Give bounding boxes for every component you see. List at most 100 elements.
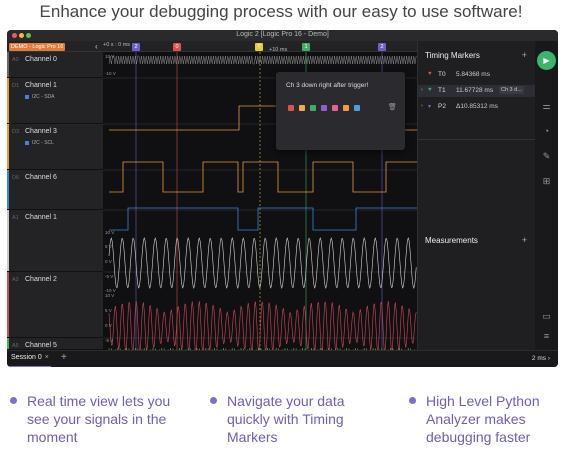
marker-color-swatch[interactable] <box>343 105 349 111</box>
channel-name[interactable]: Channel 6 <box>25 174 57 181</box>
extensions-icon[interactable]: ⊞ <box>535 176 558 187</box>
analyzer-tag[interactable]: I2C - SDA <box>25 94 55 100</box>
analyzer-tag[interactable]: I2C - SCL <box>25 140 54 146</box>
marker-color-swatch[interactable] <box>354 105 360 111</box>
channel-name[interactable]: Channel 2 <box>25 276 57 283</box>
channel-a2-trace <box>108 301 417 350</box>
channel-id: A2 <box>12 277 19 283</box>
channel-3-trace <box>109 161 417 193</box>
session-bar: Session 0 × + 2 ms › <box>7 350 558 367</box>
trash-icon[interactable]: 🗑 <box>388 103 397 111</box>
channel-color-bar <box>7 170 9 209</box>
channel-name[interactable]: Channel 1 <box>25 82 57 89</box>
channel-row[interactable]: A2 Channel 2 <box>7 272 103 338</box>
marker-color-swatch[interactable] <box>299 105 305 111</box>
channel-name[interactable]: Channel 0 <box>25 56 57 63</box>
marker-color-swatch[interactable] <box>321 105 327 111</box>
channel-id: A1 <box>12 215 19 221</box>
marker-label: P2 <box>438 103 446 110</box>
feature-text: High Level Python Analyzer makes debuggi… <box>426 393 540 445</box>
marker-value: 11.67728 ms <box>456 87 494 94</box>
bullet-icon <box>10 397 17 404</box>
marker-color-swatch[interactable] <box>288 105 294 111</box>
close-icon[interactable]: × <box>45 354 49 361</box>
window-title: Logic 2 [Logic Pro 16 - Demo] <box>236 31 329 38</box>
marker-note[interactable]: Ch 3 d... <box>499 86 524 94</box>
channel-row[interactable]: A5 Channel 5 <box>7 338 103 350</box>
right-rail: ▶ ⚌ ◔ ✎ ⊞ ▭ ≡ <box>535 41 558 350</box>
axis-label: 5 V <box>105 244 112 249</box>
axis-label: -10 V <box>105 71 116 76</box>
session-tab[interactable]: Session 0 × <box>11 354 49 361</box>
axis-label: -5 V <box>105 274 113 279</box>
plus-icon[interactable]: + <box>522 235 527 245</box>
channel-row[interactable]: D3 Channel 3 I2C - SCL <box>7 124 103 170</box>
channel-name[interactable]: Channel 5 <box>25 342 57 349</box>
marker-flag[interactable]: 2 <box>132 43 140 51</box>
channel-color-bar <box>7 338 9 349</box>
marker-value: Δ10.85312 ms <box>456 103 498 110</box>
marker-label: T0 <box>438 71 446 78</box>
chat-icon[interactable]: ▭ <box>535 311 558 322</box>
divider <box>418 139 536 140</box>
marker-label: T1 <box>438 87 446 94</box>
marker-color-swatch[interactable] <box>332 105 338 111</box>
axis-label: -5 V <box>105 338 113 343</box>
chevron-right-icon[interactable]: › <box>421 87 423 93</box>
channel-color-bar <box>7 272 9 337</box>
zoom-level[interactable]: 2 ms › <box>532 355 550 362</box>
analyzer-color-icon <box>25 140 29 145</box>
device-badge[interactable]: DEMO - Logic Pro 16 <box>9 43 66 51</box>
channel-row[interactable]: A0 Channel 0 <box>7 52 103 78</box>
page: Enhance your debugging process with our … <box>0 0 562 450</box>
chevron-right-icon[interactable]: › <box>421 103 423 109</box>
channel-name[interactable]: Channel 1 <box>25 214 57 221</box>
channel-color-bar <box>7 78 9 123</box>
channel-row[interactable]: A1 Channel 1 <box>7 210 103 272</box>
timing-marker-row[interactable]: › ♥ T1 11.67728 ms Ch 3 d... <box>418 85 536 97</box>
axis-label: 10 V <box>105 230 114 235</box>
sliders-icon[interactable]: ⚌ <box>535 101 558 112</box>
timing-marker-row[interactable]: › ▾ P2 Δ10.85312 ms <box>418 101 536 113</box>
bullet-icon <box>210 397 217 404</box>
channel-id: D3 <box>12 129 20 135</box>
channel-6-trace <box>109 207 417 231</box>
timing-markers-title: Timing Markers <box>425 51 480 60</box>
session-tab-indicator <box>9 366 51 367</box>
play-icon[interactable]: ▶ <box>537 51 556 70</box>
timing-marker-row[interactable]: ♥ T0 5.84368 ms <box>418 69 536 81</box>
headline: Enhance your debugging process with our … <box>39 2 523 21</box>
marker-note-text[interactable]: Ch 3 down right after trigger! <box>286 82 368 89</box>
channel-id: A0 <box>12 57 19 63</box>
channel-name[interactable]: Channel 3 <box>25 128 57 135</box>
menu-icon[interactable]: ≡ <box>535 331 558 341</box>
channel-row[interactable]: D1 Channel 1 I2C - SDA <box>7 78 103 124</box>
marker-flag[interactable]: 2 <box>378 43 386 51</box>
marker-icon: ▾ <box>428 104 432 110</box>
channel-a1-trace <box>108 237 417 289</box>
channel-row[interactable]: D6 Channel 6 <box>7 170 103 210</box>
ruler-icon[interactable]: ✎ <box>535 151 558 162</box>
analyzer-label: I2C - SDA <box>32 94 55 100</box>
axis-label: 5 V <box>105 308 112 313</box>
marker-icon: ♥ <box>428 71 432 77</box>
marker-flag[interactable]: 1 <box>302 43 310 51</box>
marker-value: 5.84368 ms <box>456 71 490 78</box>
measurements-title: Measurements <box>425 236 478 245</box>
feature-text: Real time view lets you see your signals… <box>27 393 171 445</box>
channel-color-bar <box>7 124 9 169</box>
marker-flag[interactable]: 0 <box>173 43 181 51</box>
plus-icon[interactable]: + <box>522 50 527 60</box>
axis-label: 10 V <box>105 293 114 298</box>
side-panel: Timing Markers + ♥ T0 5.84368 ms › ♥ T1 11.677… <box>417 41 536 350</box>
marker-color-swatch[interactable] <box>310 105 316 111</box>
trigger-flag[interactable]: T <box>255 43 263 51</box>
session-tab-label: Session 0 <box>11 354 42 361</box>
analyzer-color-icon <box>25 94 29 99</box>
analyzer-icon[interactable]: ◔ <box>535 126 558 136</box>
marker-note-popup: Ch 3 down right after trigger! 🗑 <box>276 72 405 150</box>
time-origin-label: +0 s : 0 ms <box>103 42 131 48</box>
add-session-button[interactable]: + <box>61 352 67 363</box>
chevron-left-icon[interactable]: ‹ <box>95 41 98 52</box>
chevron-right-icon: › <box>547 355 550 362</box>
